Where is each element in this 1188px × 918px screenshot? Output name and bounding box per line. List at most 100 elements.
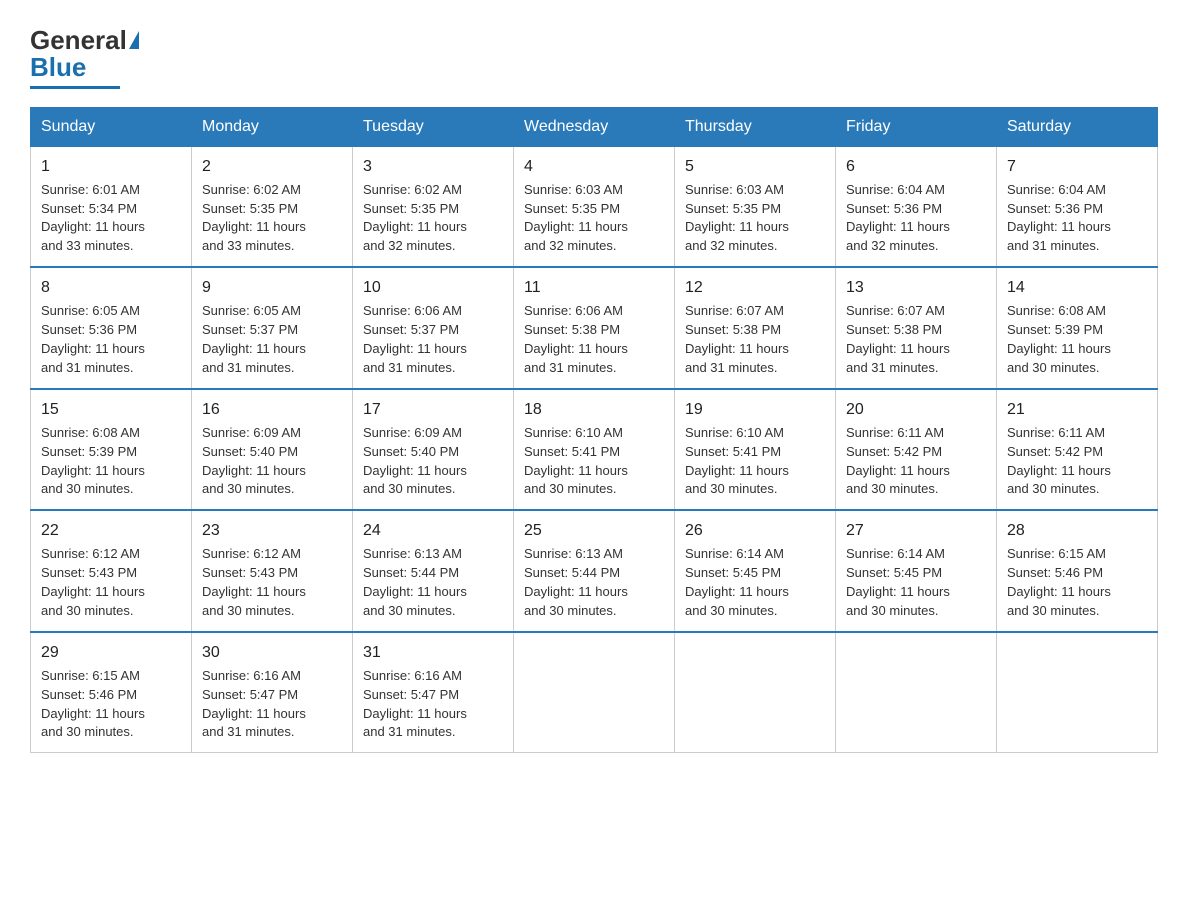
day-number: 16 <box>202 398 342 421</box>
day-info: Sunrise: 6:07 AMSunset: 5:38 PMDaylight:… <box>685 302 825 377</box>
day-info: Sunrise: 6:16 AMSunset: 5:47 PMDaylight:… <box>202 667 342 742</box>
day-number: 27 <box>846 519 986 542</box>
day-number: 29 <box>41 641 181 664</box>
calendar-cell: 26 Sunrise: 6:14 AMSunset: 5:45 PMDayligh… <box>675 510 836 632</box>
calendar-cell: 9Sunrise: 6:05 AMSunset: 5:37 PMDaylight… <box>192 267 353 389</box>
day-number: 23 <box>202 519 342 542</box>
day-info: Sunrise: 6:12 AMSunset: 5:43 PMDaylight:… <box>202 545 342 620</box>
day-info: Sunrise: 6:14 AMSunset: 5:45 PMDaylight:… <box>846 545 986 620</box>
day-info: Sunrise: 6:02 AMSunset: 5:35 PMDaylight:… <box>202 181 342 256</box>
day-number: 8 <box>41 276 181 299</box>
calendar-header-row: SundayMondayTuesdayWednesdayThursdayFrid… <box>31 107 1158 146</box>
day-number: 2 <box>202 155 342 178</box>
col-header-friday: Friday <box>836 107 997 146</box>
calendar-week-row: 1 Sunrise: 6:01 AMSunset: 5:34 PMDaylight… <box>31 146 1158 267</box>
calendar-cell <box>675 632 836 753</box>
day-info: Sunrise: 6:13 AMSunset: 5:44 PMDaylight:… <box>363 545 503 620</box>
calendar-cell: 15 Sunrise: 6:08 AMSunset: 5:39 PMDayligh… <box>31 389 192 511</box>
calendar-cell: 3 Sunrise: 6:02 AMSunset: 5:35 PMDaylight… <box>353 146 514 267</box>
calendar-cell: 8 Sunrise: 6:05 AMSunset: 5:36 PMDaylight… <box>31 267 192 389</box>
logo-arrow-icon <box>129 31 139 49</box>
day-number: 24 <box>363 519 503 542</box>
calendar-cell: 27 Sunrise: 6:14 AMSunset: 5:45 PMDayligh… <box>836 510 997 632</box>
calendar-cell: 30 Sunrise: 6:16 AMSunset: 5:47 PMDayligh… <box>192 632 353 753</box>
day-number: 28 <box>1007 519 1147 542</box>
day-number: 26 <box>685 519 825 542</box>
day-info: Sunrise: 6:03 AMSunset: 5:35 PMDaylight:… <box>524 181 664 256</box>
calendar-cell: 18Sunrise: 6:10 AMSunset: 5:41 PMDayligh… <box>514 389 675 511</box>
logo-rule <box>30 86 120 89</box>
col-header-thursday: Thursday <box>675 107 836 146</box>
day-number: 21 <box>1007 398 1147 421</box>
day-number: 9 <box>202 276 342 299</box>
calendar-cell: 17 Sunrise: 6:09 AMSunset: 5:40 PMDayligh… <box>353 389 514 511</box>
day-info: Sunrise: 6:02 AMSunset: 5:35 PMDaylight:… <box>363 181 503 256</box>
calendar-cell <box>836 632 997 753</box>
day-number: 3 <box>363 155 503 178</box>
calendar-week-row: 22 Sunrise: 6:12 AMSunset: 5:43 PMDayligh… <box>31 510 1158 632</box>
day-info: Sunrise: 6:06 AMSunset: 5:37 PMDaylight:… <box>363 302 503 377</box>
day-number: 6 <box>846 155 986 178</box>
day-number: 14 <box>1007 276 1147 299</box>
calendar-cell: 20 Sunrise: 6:11 AMSunset: 5:42 PMDayligh… <box>836 389 997 511</box>
day-info: Sunrise: 6:06 AMSunset: 5:38 PMDaylight:… <box>524 302 664 377</box>
calendar-cell: 28 Sunrise: 6:15 AMSunset: 5:46 PMDayligh… <box>997 510 1158 632</box>
day-number: 19 <box>685 398 825 421</box>
day-info: Sunrise: 6:09 AMSunset: 5:40 PMDaylight:… <box>363 424 503 499</box>
logo-blue-word: Blue <box>30 52 86 83</box>
day-number: 20 <box>846 398 986 421</box>
day-info: Sunrise: 6:14 AMSunset: 5:45 PMDaylight:… <box>685 545 825 620</box>
col-header-monday: Monday <box>192 107 353 146</box>
day-number: 25 <box>524 519 664 542</box>
calendar-cell: 21 Sunrise: 6:11 AMSunset: 5:42 PMDayligh… <box>997 389 1158 511</box>
day-info: Sunrise: 6:04 AMSunset: 5:36 PMDaylight:… <box>846 181 986 256</box>
day-number: 5 <box>685 155 825 178</box>
day-number: 22 <box>41 519 181 542</box>
day-info: Sunrise: 6:11 AMSunset: 5:42 PMDaylight:… <box>846 424 986 499</box>
day-info: Sunrise: 6:01 AMSunset: 5:34 PMDaylight:… <box>41 181 181 256</box>
day-number: 1 <box>41 155 181 178</box>
day-number: 31 <box>363 641 503 664</box>
calendar-week-row: 15 Sunrise: 6:08 AMSunset: 5:39 PMDayligh… <box>31 389 1158 511</box>
calendar-cell: 10 Sunrise: 6:06 AMSunset: 5:37 PMDayligh… <box>353 267 514 389</box>
day-info: Sunrise: 6:15 AMSunset: 5:46 PMDaylight:… <box>1007 545 1147 620</box>
calendar-cell: 6 Sunrise: 6:04 AMSunset: 5:36 PMDaylight… <box>836 146 997 267</box>
calendar-cell <box>514 632 675 753</box>
day-info: Sunrise: 6:05 AMSunset: 5:36 PMDaylight:… <box>41 302 181 377</box>
calendar-cell: 29 Sunrise: 6:15 AMSunset: 5:46 PMDayligh… <box>31 632 192 753</box>
calendar-cell: 13 Sunrise: 6:07 AMSunset: 5:38 PMDayligh… <box>836 267 997 389</box>
calendar-cell: 1 Sunrise: 6:01 AMSunset: 5:34 PMDaylight… <box>31 146 192 267</box>
calendar-cell: 16Sunrise: 6:09 AMSunset: 5:40 PMDayligh… <box>192 389 353 511</box>
calendar-table: SundayMondayTuesdayWednesdayThursdayFrid… <box>30 107 1158 754</box>
day-number: 13 <box>846 276 986 299</box>
calendar-cell: 22 Sunrise: 6:12 AMSunset: 5:43 PMDayligh… <box>31 510 192 632</box>
day-info: Sunrise: 6:13 AMSunset: 5:44 PMDaylight:… <box>524 545 664 620</box>
calendar-cell: 24 Sunrise: 6:13 AMSunset: 5:44 PMDayligh… <box>353 510 514 632</box>
day-info: Sunrise: 6:16 AMSunset: 5:47 PMDaylight:… <box>363 667 503 742</box>
day-info: Sunrise: 6:12 AMSunset: 5:43 PMDaylight:… <box>41 545 181 620</box>
calendar-cell: 25 Sunrise: 6:13 AMSunset: 5:44 PMDayligh… <box>514 510 675 632</box>
day-info: Sunrise: 6:08 AMSunset: 5:39 PMDaylight:… <box>41 424 181 499</box>
day-number: 15 <box>41 398 181 421</box>
day-info: Sunrise: 6:08 AMSunset: 5:39 PMDaylight:… <box>1007 302 1147 377</box>
col-header-sunday: Sunday <box>31 107 192 146</box>
col-header-saturday: Saturday <box>997 107 1158 146</box>
day-number: 10 <box>363 276 503 299</box>
calendar-cell: 2 Sunrise: 6:02 AMSunset: 5:35 PMDaylight… <box>192 146 353 267</box>
day-info: Sunrise: 6:04 AMSunset: 5:36 PMDaylight:… <box>1007 181 1147 256</box>
day-number: 17 <box>363 398 503 421</box>
day-number: 11 <box>524 276 664 299</box>
day-number: 4 <box>524 155 664 178</box>
calendar-cell: 23 Sunrise: 6:12 AMSunset: 5:43 PMDayligh… <box>192 510 353 632</box>
day-info: Sunrise: 6:11 AMSunset: 5:42 PMDaylight:… <box>1007 424 1147 499</box>
day-info: Sunrise: 6:07 AMSunset: 5:38 PMDaylight:… <box>846 302 986 377</box>
day-number: 30 <box>202 641 342 664</box>
day-info: Sunrise: 6:03 AMSunset: 5:35 PMDaylight:… <box>685 181 825 256</box>
calendar-cell <box>997 632 1158 753</box>
calendar-week-row: 29 Sunrise: 6:15 AMSunset: 5:46 PMDayligh… <box>31 632 1158 753</box>
calendar-cell: 7Sunrise: 6:04 AMSunset: 5:36 PMDaylight… <box>997 146 1158 267</box>
calendar-cell: 12Sunrise: 6:07 AMSunset: 5:38 PMDayligh… <box>675 267 836 389</box>
day-info: Sunrise: 6:15 AMSunset: 5:46 PMDaylight:… <box>41 667 181 742</box>
col-header-wednesday: Wednesday <box>514 107 675 146</box>
calendar-cell: 19Sunrise: 6:10 AMSunset: 5:41 PMDayligh… <box>675 389 836 511</box>
